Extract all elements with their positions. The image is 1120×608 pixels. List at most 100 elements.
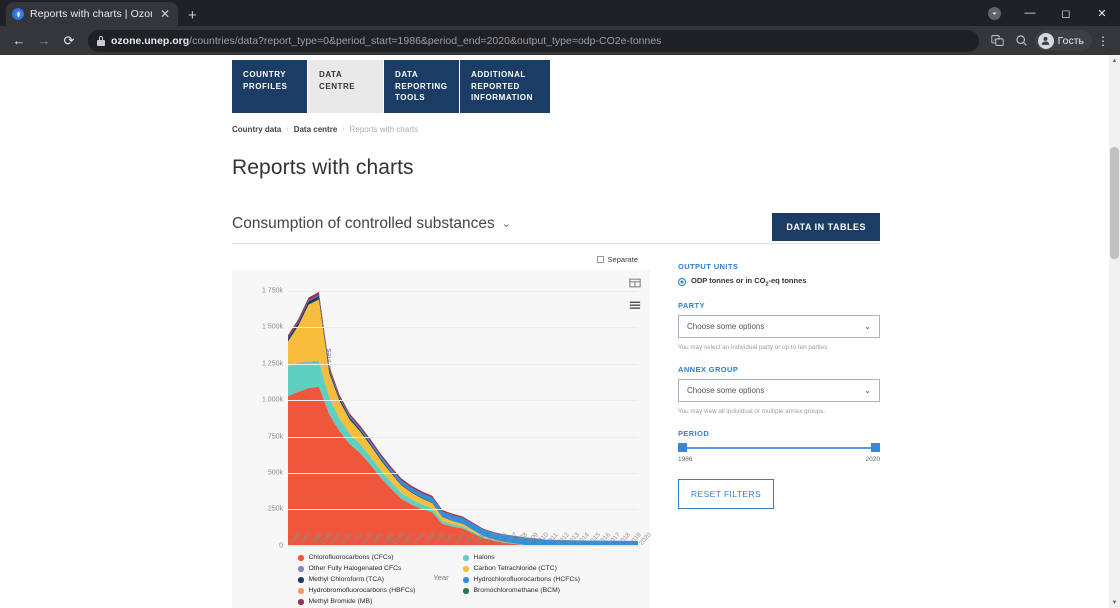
y-axis-tick-label: 250k [267, 505, 283, 513]
legend-label: Halons [473, 554, 495, 562]
filters-panel: OUTPUT UNITS ODP tonnes or in CO2-eq ton… [678, 244, 880, 510]
legend-label: Bromochloromethane (BCM) [473, 587, 561, 595]
grid-line [288, 327, 638, 329]
extension-indicator-icon[interactable] [976, 0, 1012, 26]
window-controls: — ◻ ✕ [976, 0, 1120, 26]
site-favicon [12, 8, 24, 20]
period-slider-handle-end[interactable] [871, 443, 880, 453]
reload-icon[interactable]: ⟳ [58, 30, 80, 52]
lock-icon [97, 35, 105, 46]
chart-legend: Chlorofluorocarbons (CFCs) Halons Other Fu… [298, 553, 628, 608]
y-axis-tick-label: 0 [279, 542, 283, 550]
profile-button[interactable]: Гость [1034, 30, 1092, 51]
period-range-labels: 1986 2020 [678, 456, 880, 463]
data-in-tables-button[interactable]: DATA IN TABLES [772, 212, 880, 241]
scroll-down-icon[interactable]: ▼ [1109, 597, 1120, 608]
url-path: /countries/data?report_type=0&period_sta… [189, 34, 662, 47]
scroll-up-icon[interactable]: ▲ [1109, 55, 1120, 66]
period-range-slider[interactable] [678, 443, 880, 453]
legend-label: Other Fully Halogenated CFCs [308, 565, 402, 573]
translate-icon[interactable]: A [987, 30, 1009, 52]
breadcrumb-separator: › [286, 125, 289, 133]
legend-item[interactable]: Other Fully Halogenated CFCs [298, 564, 463, 574]
legend-color-swatch [463, 566, 469, 572]
legend-item[interactable]: Methyl Chloroform (TCA) [298, 575, 463, 585]
legend-item[interactable]: Hydrochlorofluorocarbons (HCFCs) [463, 575, 628, 585]
grid-line [288, 291, 638, 293]
y-axis-tick-label: 1 500k [261, 323, 283, 331]
legend-item[interactable]: Halons [463, 553, 628, 563]
separate-label: Separate [607, 255, 638, 265]
nav-tab-data-reporting-tools[interactable]: DATA REPORTING TOOLS [384, 60, 459, 113]
separate-checkbox[interactable] [596, 256, 604, 264]
forward-icon[interactable]: → [33, 30, 55, 52]
main-row: Separate Consumption [232, 244, 880, 608]
search-icon[interactable] [1011, 30, 1033, 52]
output-units-option-row[interactable]: ODP tonnes or in CO2-eq tonnes [678, 276, 880, 287]
y-axis-tick-label: 500k [267, 469, 283, 477]
breadcrumb-item-reports-with-charts: Reports with charts [349, 124, 419, 134]
period-slider-handle-start[interactable] [678, 443, 687, 453]
tab-strip: Reports with charts | Ozone Secr ✕ + — ◻… [0, 0, 1120, 26]
nav-tab-data-centre[interactable]: DATA CENTRE [308, 60, 383, 113]
y-axis-tick-label: 750k [267, 433, 283, 441]
output-units-radio[interactable] [678, 277, 686, 286]
grid-line [288, 400, 638, 402]
chevron-down-icon: ⌄ [864, 386, 871, 396]
back-icon[interactable]: ← [8, 30, 30, 52]
legend-item[interactable]: Methyl Bromide (MB) [298, 597, 463, 607]
party-hint: You may select an individual party or up… [678, 344, 829, 352]
legend-color-swatch [463, 588, 469, 594]
legend-color-swatch [298, 599, 304, 605]
page-viewport: COUNTRY PROFILES DATA CENTRE DATA REPORT… [0, 55, 1120, 608]
profile-name: Гость [1057, 34, 1084, 47]
annex-group-select[interactable]: Choose some options ⌄ [678, 379, 880, 403]
close-tab-icon[interactable]: ✕ [158, 8, 172, 20]
legend-item[interactable]: Carbon Tetrachloride (CTC) [463, 564, 628, 574]
area-series-group [288, 291, 638, 546]
address-bar[interactable]: ozone.unep.org/countries/data?report_typ… [88, 29, 979, 52]
page-scrollbar[interactable]: ▲ ▼ [1109, 55, 1120, 608]
period-label: PERIOD [678, 429, 710, 439]
legend-label: Hydrobromofluorocarbons (HBFCs) [308, 587, 416, 595]
chevron-down-icon[interactable]: ⌄ [502, 217, 511, 230]
breadcrumb-item-country-data[interactable]: Country data [232, 125, 281, 134]
legend-color-swatch [298, 555, 304, 561]
url-domain: ozone.unep.org [111, 34, 190, 47]
stacked-area-chart: Consumption of controlled substances in … [232, 269, 653, 608]
minimize-button[interactable]: — [1012, 0, 1048, 26]
new-tab-button[interactable]: + [188, 8, 197, 23]
legend-color-swatch [463, 555, 469, 561]
legend-label: Chlorofluorocarbons (CFCs) [308, 554, 394, 562]
grid-line [288, 436, 638, 438]
annex-group-select-value: Choose some options [687, 386, 765, 396]
browser-menu-icon[interactable]: ⋮ [1094, 35, 1112, 47]
legend-item[interactable]: Hydrobromofluorocarbons (HBFCs) [298, 586, 463, 596]
y-axis-tick-label: 1 000k [261, 396, 283, 404]
toolbar-right-actions: A Гость ⋮ [987, 30, 1112, 52]
legend-color-swatch [298, 566, 304, 572]
reset-filters-button[interactable]: RESET FILTERS [678, 479, 775, 510]
browser-toolbar: ← → ⟳ ozone.unep.org/countries/data?repo… [0, 26, 1120, 55]
tab-title: Reports with charts | Ozone Secr [30, 8, 152, 20]
legend-label: Methyl Bromide (MB) [308, 598, 373, 606]
close-window-button[interactable]: ✕ [1084, 0, 1120, 26]
scrollbar-thumb[interactable] [1110, 147, 1119, 259]
legend-item[interactable]: Chlorofluorocarbons (CFCs) [298, 553, 463, 563]
nav-tab-additional-reported-information[interactable]: ADDITIONAL REPORTED INFORMATION [460, 60, 550, 113]
breadcrumb-item-data-centre[interactable]: Data centre [294, 125, 338, 134]
legend-color-swatch [298, 588, 304, 594]
period-start-value: 1986 [678, 456, 693, 464]
chevron-down-icon: ⌄ [864, 322, 871, 332]
avatar [1037, 32, 1054, 49]
legend-item[interactable]: Bromochloromethane (BCM) [463, 586, 628, 596]
browser-window: Reports with charts | Ozone Secr ✕ + — ◻… [0, 0, 1120, 608]
plot-area: 0 250k 500k 750k 1 000k 1 250k 1 500k 1 750k [262, 284, 638, 549]
output-units-label: OUTPUT UNITS [678, 261, 739, 271]
party-select[interactable]: Choose some options ⌄ [678, 315, 880, 339]
party-select-value: Choose some options [687, 322, 765, 332]
legend-color-swatch [298, 577, 304, 583]
maximize-button[interactable]: ◻ [1048, 0, 1084, 26]
browser-tab[interactable]: Reports with charts | Ozone Secr ✕ [6, 2, 178, 26]
nav-tab-country-profiles[interactable]: COUNTRY PROFILES [232, 60, 307, 113]
